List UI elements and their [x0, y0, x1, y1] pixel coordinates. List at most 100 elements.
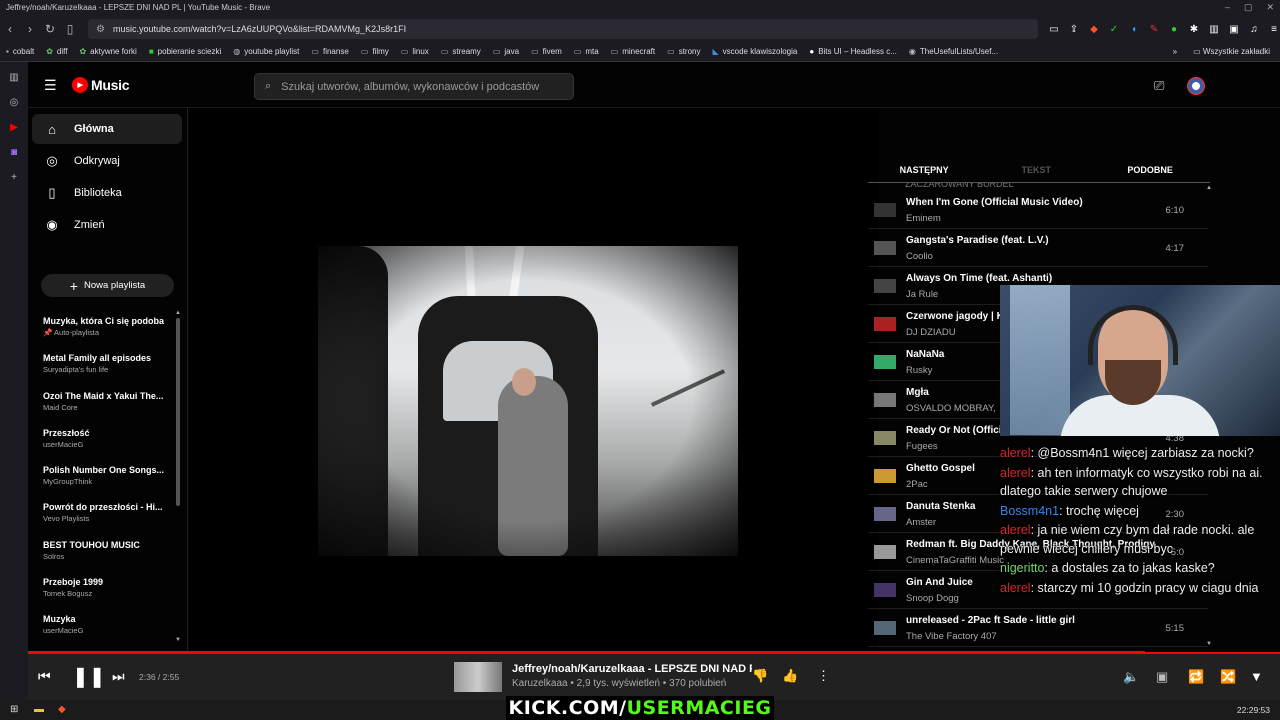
privacy-extension-icon[interactable]: ●: [1168, 23, 1180, 35]
hamburger-menu-icon[interactable]: ☰: [44, 77, 57, 94]
forward-icon[interactable]: ›: [20, 19, 40, 39]
wallet-icon[interactable]: ▣: [1228, 23, 1240, 35]
menu-icon[interactable]: ≡: [1268, 23, 1280, 35]
now-playing-title[interactable]: Jeffrey/noah/Karuzelkaaa - LEPSZE DNI NA…: [512, 663, 752, 675]
bookmark-folder[interactable]: ▭ strony: [667, 47, 700, 56]
sidebar-toggle-icon[interactable]: ▥: [1208, 23, 1220, 35]
search-input[interactable]: ⌕ Szukaj utworów, albumów, wykonawców i …: [254, 73, 574, 100]
sidebar-scrollbar[interactable]: [176, 318, 180, 506]
playlist-item[interactable]: Powrót do przeszłości - Hi... Vevo Playli…: [43, 502, 173, 539]
bookmark-folder[interactable]: ▭ linux: [401, 47, 429, 56]
youtube-icon[interactable]: ▶: [10, 122, 18, 133]
queue-item[interactable]: When I'm Gone (Official Music Video) Emin…: [868, 191, 1208, 229]
sidebar-panel-icon[interactable]: ▥: [9, 72, 18, 83]
chat-username[interactable]: Bossm4n1: [1000, 504, 1059, 518]
chat-username[interactable]: alerel: [1000, 523, 1031, 537]
bookmark-folder[interactable]: ▭ fivem: [531, 47, 562, 56]
brave-shields-icon[interactable]: ◆: [1088, 23, 1100, 35]
scroll-up-icon[interactable]: ▲: [175, 310, 181, 316]
queue-item-thumbnail: [874, 279, 896, 293]
playlist-item[interactable]: Polish Number One Songs... MyGroupThink: [43, 465, 173, 502]
bookmark-item[interactable]: ■ pobieranie sciezki: [149, 47, 221, 56]
progress-bar[interactable]: [28, 651, 1145, 653]
site-settings-icon[interactable]: ⚙: [96, 24, 105, 35]
brave-taskbar-icon[interactable]: ◆: [58, 704, 66, 715]
music-icon[interactable]: ♫: [1248, 23, 1260, 35]
like-icon[interactable]: 👍: [782, 668, 798, 684]
bookmark-item[interactable]: ◣ vscode klawiszologia: [712, 47, 797, 56]
scroll-down-icon[interactable]: ▼: [175, 637, 181, 643]
playlist-item[interactable]: BEST TOUHOU MUSIC Solros: [43, 540, 173, 577]
captions-icon[interactable]: ▣: [1156, 669, 1168, 685]
pause-icon[interactable]: ❚❚: [72, 664, 106, 689]
check-extension-icon[interactable]: ✓: [1108, 23, 1120, 35]
bookmark-page-icon[interactable]: ▯: [60, 19, 80, 39]
bookmark-folder[interactable]: ▭ filmy: [361, 47, 389, 56]
chat-username[interactable]: alerel: [1000, 466, 1031, 480]
leo-ai-icon[interactable]: ◎: [10, 97, 19, 108]
bookmarks-overflow-button[interactable]: »: [1173, 47, 1177, 56]
ytmusic-logo[interactable]: ▶ Music: [72, 77, 129, 93]
install-icon[interactable]: ▭: [1048, 23, 1060, 35]
next-icon[interactable]: ⏭: [112, 668, 125, 685]
playlist-item[interactable]: Muzyka userMacieG: [43, 614, 173, 651]
queue-scroll-up-icon[interactable]: ▲: [1206, 185, 1212, 191]
bookmark-item[interactable]: ▪ cobalt: [6, 47, 34, 56]
expand-player-icon[interactable]: ▼: [1250, 669, 1263, 684]
bookmark-item[interactable]: ✿ aktywne forki: [79, 47, 136, 56]
playlist-item[interactable]: Ozoi The Maid x Yakui The... Maid Core: [43, 391, 173, 428]
sidebar-item-explore[interactable]: ◎ Odkrywaj: [32, 146, 182, 176]
puzzle-icon[interactable]: ✱: [1188, 23, 1200, 35]
video-frame[interactable]: [318, 246, 738, 556]
reload-icon[interactable]: ↻: [40, 19, 60, 39]
chat-username[interactable]: alerel: [1000, 581, 1031, 595]
bookmark-item[interactable]: ◉ TheUsefulLists/Usef...: [909, 47, 998, 56]
bookmark-folder[interactable]: ▭ finanse: [311, 47, 348, 56]
queue-item[interactable]: Gangsta's Paradise (feat. L.V.) Coolio 4:1…: [868, 229, 1208, 267]
playlist-item[interactable]: Przeboje 1999 Tomek Bogusz: [43, 577, 173, 614]
playlist-item[interactable]: Metal Family all episodes Suryadipta's fu…: [43, 353, 173, 390]
avatar[interactable]: [1187, 77, 1205, 95]
maximize-icon[interactable]: ▢: [1244, 2, 1253, 13]
bookmark-item[interactable]: ◍ youtube playlist: [233, 47, 299, 56]
shuffle-icon[interactable]: 🔀: [1220, 669, 1236, 685]
new-playlist-button[interactable]: + Nowa playlista: [41, 274, 174, 297]
sidebar-item-home[interactable]: ⌂ Główna: [32, 114, 182, 144]
dislike-icon[interactable]: 👎: [752, 668, 768, 684]
back-icon[interactable]: ‹: [0, 19, 20, 39]
playlist-item[interactable]: Muzyka, która Ci się podoba 📌 Auto-playli…: [43, 316, 173, 353]
bookmark-folder[interactable]: ▭ streamy: [441, 47, 481, 56]
repeat-icon[interactable]: 🔁: [1188, 669, 1204, 685]
close-icon[interactable]: ✕: [1266, 2, 1274, 13]
playlist-item[interactable]: Przeszłość userMacieG: [43, 428, 173, 465]
cast-icon[interactable]: ⎚: [1154, 78, 1164, 94]
bookmark-item[interactable]: ✿ diff: [46, 47, 67, 56]
pen-extension-icon[interactable]: ✎: [1148, 23, 1160, 35]
audio-extension-icon[interactable]: ◖: [1128, 23, 1140, 35]
add-panel-icon[interactable]: +: [11, 172, 17, 183]
chat-username[interactable]: nigeritto: [1000, 561, 1044, 575]
sidebar-item-library[interactable]: ▯ Biblioteka: [32, 178, 182, 208]
queue-item-thumbnail: [874, 507, 896, 521]
windows-start-icon[interactable]: ⊞: [10, 704, 18, 715]
chat-username[interactable]: alerel: [1000, 446, 1031, 460]
tab-related[interactable]: PODOBNE: [1092, 165, 1208, 175]
bookmark-folder[interactable]: ▭ minecraft: [611, 47, 655, 56]
previous-icon[interactable]: ⏮: [38, 668, 51, 685]
minimize-icon[interactable]: –: [1225, 2, 1230, 13]
folder-icon: ▭: [573, 47, 582, 56]
tab-lyrics[interactable]: TEKST: [980, 165, 1092, 175]
sidebar-item-upgrade[interactable]: ◉ Zmień: [32, 210, 182, 240]
all-bookmarks-button[interactable]: ▭ Wszystkie zakładki: [1193, 47, 1270, 56]
tab-next[interactable]: NASTĘPNY: [868, 165, 980, 175]
volume-icon[interactable]: 🔈: [1123, 669, 1139, 685]
bookmark-folder[interactable]: ▭ java: [493, 47, 519, 56]
now-playing-thumbnail[interactable]: [454, 662, 502, 692]
bookmark-item[interactable]: ● Bits UI – Headless c...: [809, 47, 897, 56]
more-options-icon[interactable]: ⋮: [817, 668, 830, 684]
bookmark-folder[interactable]: ▭ mta: [574, 47, 599, 56]
share-icon[interactable]: ⇪: [1068, 23, 1080, 35]
url-field[interactable]: ⚙ music.youtube.com/watch?v=LzA6zUUPQVo&…: [88, 19, 1038, 39]
file-explorer-icon[interactable]: ▬: [34, 704, 44, 715]
twitch-icon[interactable]: ◙: [11, 147, 17, 158]
